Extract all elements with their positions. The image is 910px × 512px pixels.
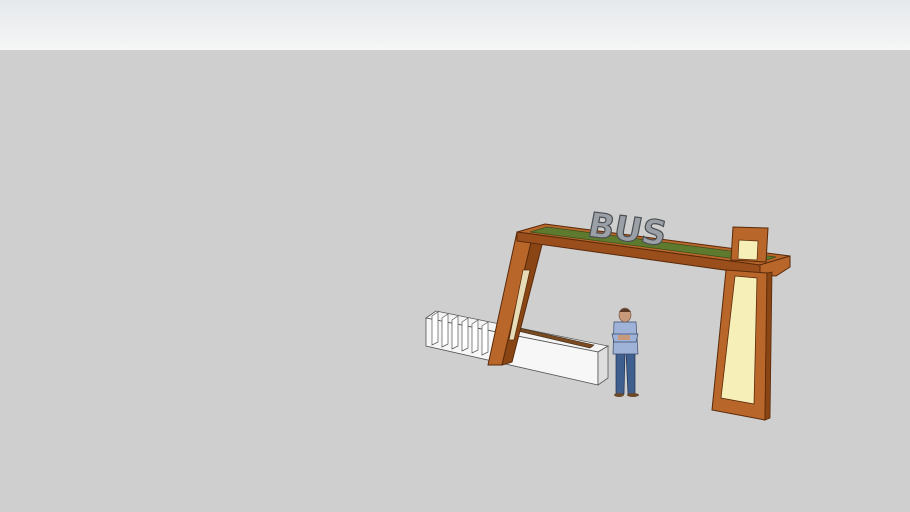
scene-model: BUS	[425, 205, 791, 421]
3d-viewport[interactable]: BUS	[0, 0, 910, 512]
person-figure	[611, 307, 639, 397]
